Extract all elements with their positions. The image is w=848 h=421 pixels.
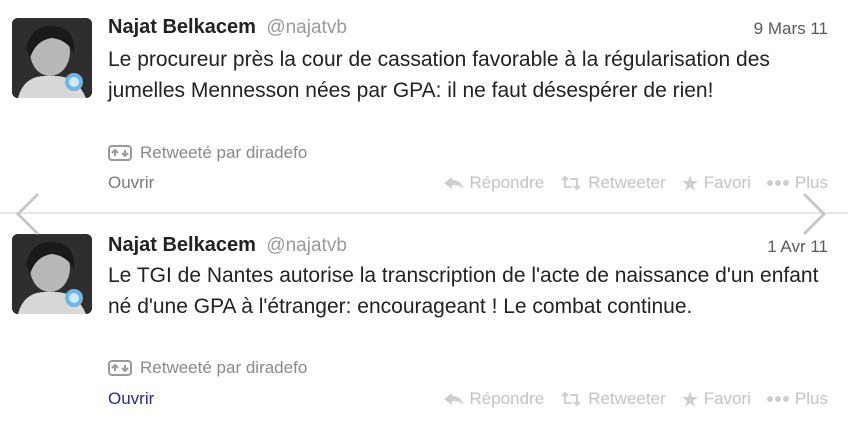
favorite-label: Favori: [703, 173, 751, 192]
tweet-actions: Répondre Retweeter Favori Plus: [428, 173, 828, 193]
retweet-button[interactable]: Retweeter: [560, 389, 666, 409]
retweet-attribution: Retweeté par diradefo: [108, 358, 307, 378]
avatar[interactable]: [12, 18, 92, 98]
retweet-button[interactable]: Retweeter: [560, 173, 666, 193]
tweet[interactable]: Najat Belkacem @najatvb 9 Mars 11 Le pro…: [0, 0, 848, 213]
chevron-right-icon[interactable]: [800, 192, 828, 236]
retweeted-by-label[interactable]: Retweeté par diradefo: [140, 358, 307, 378]
tweet-actions: Répondre Retweeter Favori Plus: [428, 389, 828, 409]
tweet-header: Najat Belkacem @najatvb 1 Avr 11: [108, 234, 828, 260]
avatar[interactable]: [12, 234, 92, 314]
favorite-label: Favori: [703, 389, 751, 408]
retweet-label: Retweeter: [588, 389, 666, 408]
tweet-header: Najat Belkacem @najatvb 9 Mars 11: [108, 16, 828, 42]
retweeted-by-label[interactable]: Retweeté par diradefo: [140, 143, 307, 163]
retweet-attribution: Retweeté par diradefo: [108, 143, 307, 163]
favorite-button[interactable]: Favori: [681, 389, 751, 409]
open-link[interactable]: Ouvrir: [108, 173, 154, 193]
retweet-label: Retweeter: [588, 173, 666, 192]
tweet-date[interactable]: 1 Avr 11: [767, 237, 828, 257]
star-icon: [681, 175, 698, 191]
tweet-text: Le procureur près la cour de cassation f…: [108, 48, 770, 102]
tweet[interactable]: Najat Belkacem @najatvb 1 Avr 11 Le TGI …: [0, 214, 848, 421]
author-name[interactable]: Najat Belkacem: [108, 16, 256, 38]
reply-button[interactable]: Répondre: [443, 389, 545, 409]
author-name[interactable]: Najat Belkacem: [108, 234, 256, 256]
retweet-icon: [561, 176, 581, 190]
retweet-icon: [561, 392, 581, 406]
retweet-icon: [108, 359, 132, 377]
reply-button[interactable]: Répondre: [443, 173, 545, 193]
tweet-text: Le TGI de Nantes autorise la transcripti…: [108, 264, 819, 318]
chevron-left-icon[interactable]: [14, 192, 42, 236]
more-button[interactable]: Plus: [766, 173, 828, 193]
reply-icon: [443, 177, 463, 189]
more-icon: [766, 180, 789, 186]
favorite-button[interactable]: Favori: [681, 173, 751, 193]
retweet-icon: [108, 144, 132, 162]
star-icon: [681, 391, 698, 407]
reply-label: Répondre: [469, 389, 545, 408]
open-link[interactable]: Ouvrir: [108, 389, 154, 409]
more-icon: [766, 396, 789, 402]
author-handle[interactable]: @najatvb: [266, 17, 347, 38]
more-label: Plus: [794, 173, 828, 192]
tweet-date[interactable]: 9 Mars 11: [754, 19, 828, 39]
reply-label: Répondre: [469, 173, 545, 192]
author-handle[interactable]: @najatvb: [266, 235, 347, 256]
more-button[interactable]: Plus: [766, 389, 828, 409]
reply-icon: [443, 393, 463, 405]
more-label: Plus: [794, 389, 828, 408]
